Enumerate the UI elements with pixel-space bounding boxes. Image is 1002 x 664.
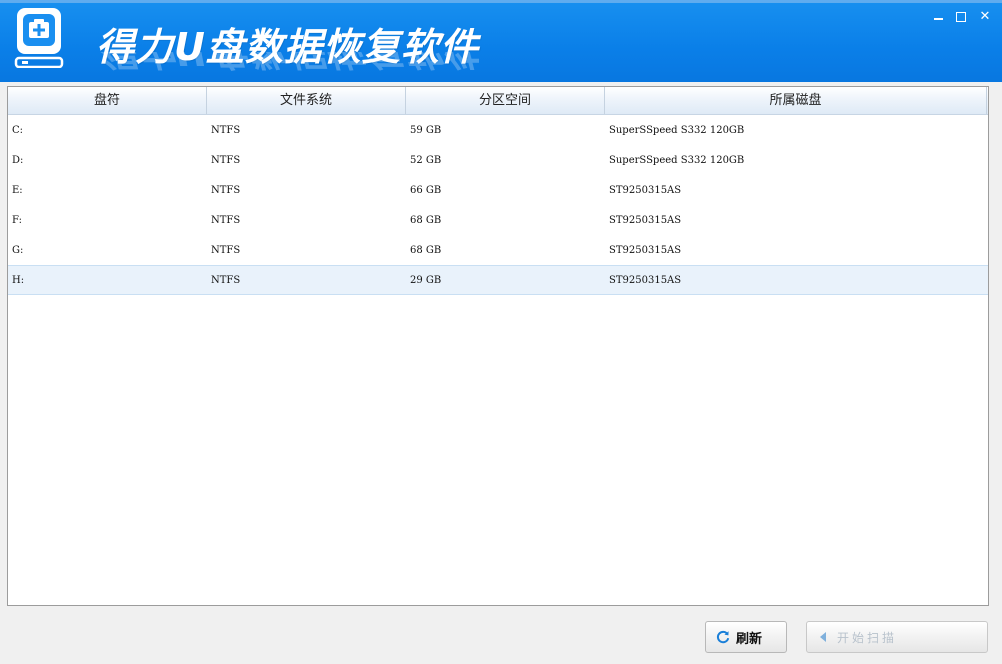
arrow-icon <box>820 632 826 642</box>
partition-table: 盘符 文件系统 分区空间 所属磁盘 C: NTFS 59 GB SuperSSp… <box>7 86 989 606</box>
cell-disk: SuperSSpeed S332 120GB <box>609 154 745 166</box>
cell-filesystem: NTFS <box>211 274 241 286</box>
cell-filesystem: NTFS <box>211 214 241 226</box>
cell-drive: C: <box>12 124 24 136</box>
title-bar-highlight <box>0 0 1002 3</box>
table-row[interactable]: E: NTFS 66 GB ST9250315AS <box>8 175 988 205</box>
refresh-icon <box>716 630 730 644</box>
refresh-button-label: 刷新 <box>736 631 763 647</box>
cell-disk: SuperSSpeed S332 120GB <box>609 124 745 136</box>
title-bar: 得力U盘数据恢复软件 得力U盘数据恢复软件 ✕ <box>0 0 1002 82</box>
cell-drive: G: <box>12 244 24 256</box>
cell-size: 68 GB <box>410 244 442 256</box>
close-icon: ✕ <box>979 9 991 24</box>
minimize-button[interactable] <box>934 10 948 24</box>
cell-filesystem: NTFS <box>211 244 241 256</box>
table-row[interactable]: G: NTFS 68 GB ST9250315AS <box>8 235 988 265</box>
column-header-filesystem[interactable]: 文件系统 <box>207 87 406 114</box>
start-scan-button-label: 开始扫描 <box>837 630 898 645</box>
app-title-reflection: 得力U盘数据恢复软件 <box>96 52 479 82</box>
cell-filesystem: NTFS <box>211 124 241 136</box>
cell-size: 59 GB <box>410 124 442 136</box>
maximize-button[interactable] <box>956 10 970 24</box>
cell-drive: E: <box>12 184 23 196</box>
window-controls: ✕ <box>934 10 992 24</box>
cell-disk: ST9250315AS <box>609 274 682 286</box>
cell-drive: H: <box>12 274 25 286</box>
cell-size: 66 GB <box>410 184 442 196</box>
app-window: 得力U盘数据恢复软件 得力U盘数据恢复软件 ✕ 盘符 文件系统 分区空间 所属磁… <box>0 0 1002 664</box>
maximize-icon <box>956 12 966 22</box>
table-row[interactable]: D: NTFS 52 GB SuperSSpeed S332 120GB <box>8 145 988 175</box>
table-row[interactable]: F: NTFS 68 GB ST9250315AS <box>8 205 988 235</box>
column-header-drive[interactable]: 盘符 <box>8 87 207 114</box>
cell-drive: D: <box>12 154 24 166</box>
drive-logo-icon <box>14 8 64 68</box>
cell-filesystem: NTFS <box>211 154 241 166</box>
cell-size: 68 GB <box>410 214 442 226</box>
cell-size: 52 GB <box>410 154 442 166</box>
cell-disk: ST9250315AS <box>609 244 682 256</box>
minimize-icon <box>934 18 943 20</box>
close-button[interactable]: ✕ <box>978 10 992 24</box>
cell-filesystem: NTFS <box>211 184 241 196</box>
column-header-size[interactable]: 分区空间 <box>406 87 605 114</box>
start-scan-button[interactable]: 开始扫描 <box>806 621 988 653</box>
cell-size: 29 GB <box>410 274 442 286</box>
cell-disk: ST9250315AS <box>609 184 682 196</box>
cell-disk: ST9250315AS <box>609 214 682 226</box>
table-header: 盘符 文件系统 分区空间 所属磁盘 <box>8 87 988 115</box>
table-row[interactable]: C: NTFS 59 GB SuperSSpeed S332 120GB <box>8 115 988 145</box>
column-header-disk[interactable]: 所属磁盘 <box>605 87 987 114</box>
refresh-button[interactable]: 刷新 <box>705 621 787 653</box>
cell-drive: F: <box>12 214 22 226</box>
table-row-selected[interactable]: H: NTFS 29 GB ST9250315AS <box>8 265 988 295</box>
